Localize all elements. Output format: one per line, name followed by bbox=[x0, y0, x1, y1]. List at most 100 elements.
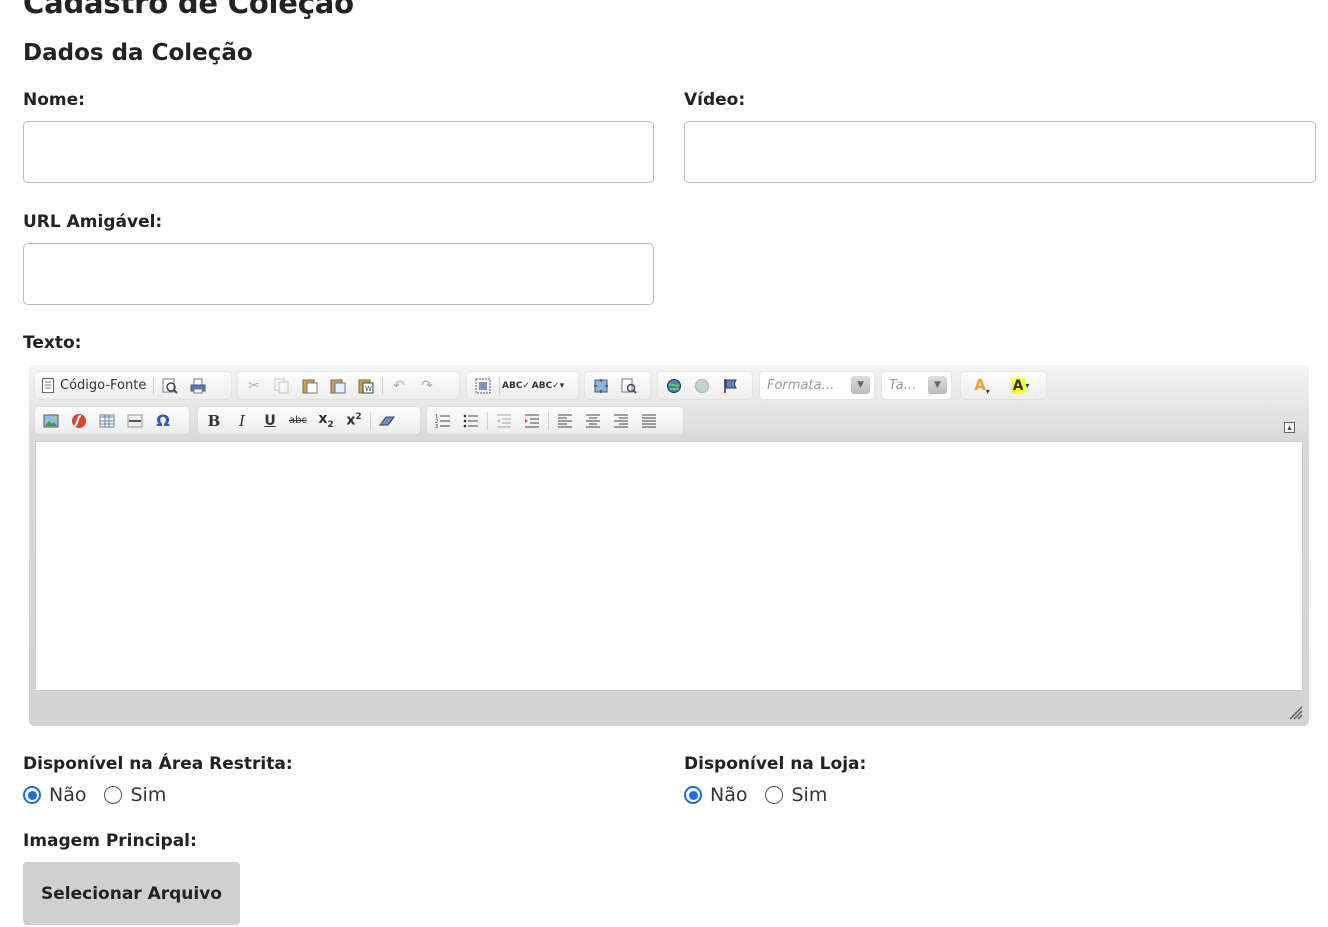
anchor-button[interactable] bbox=[716, 374, 744, 398]
rich-text-editor: Código-Fonte ✂ W ↶ ↷ ABC✓ A BC✓▾ Formata…… bbox=[29, 365, 1309, 726]
area-restrita-sim-option[interactable]: Sim bbox=[104, 784, 166, 806]
underline-button[interactable]: U bbox=[256, 409, 284, 433]
table-button[interactable] bbox=[93, 409, 121, 433]
text-color-icon: A▾ bbox=[974, 375, 990, 396]
align-left-button[interactable] bbox=[551, 409, 579, 433]
toolbar-separator bbox=[370, 411, 371, 430]
area-restrita-sim-label: Sim bbox=[130, 784, 167, 806]
omega-icon: Ω bbox=[156, 411, 170, 430]
select-file-button[interactable]: Selecionar Arquivo bbox=[23, 862, 240, 925]
background-color-button[interactable]: A ▾ bbox=[1001, 374, 1039, 398]
italic-button[interactable]: I bbox=[228, 409, 256, 433]
paste-text-icon bbox=[330, 379, 346, 393]
loja-sim-radio[interactable] bbox=[765, 786, 784, 804]
link-button[interactable] bbox=[660, 374, 688, 398]
show-blocks-button[interactable] bbox=[615, 374, 643, 398]
spellcheck-button[interactable]: ABC✓ bbox=[502, 374, 530, 398]
subscript-button[interactable]: x2 bbox=[312, 409, 340, 433]
chevron-down-icon: ▼ bbox=[851, 376, 870, 394]
cut-button[interactable]: ✂ bbox=[240, 374, 268, 398]
maximize-button[interactable] bbox=[587, 374, 615, 398]
flash-button[interactable] bbox=[65, 409, 93, 433]
numbered-list-button[interactable]: 123 bbox=[429, 409, 457, 433]
italic-icon: I bbox=[239, 411, 245, 430]
collapse-toolbar-button[interactable]: ▴ bbox=[1284, 422, 1295, 433]
align-right-icon bbox=[614, 414, 628, 427]
text-color-button[interactable]: A▾ bbox=[963, 374, 1001, 398]
subscript-icon: x2 bbox=[318, 411, 334, 430]
table-icon bbox=[99, 414, 115, 427]
area-restrita-nao-option[interactable]: Não bbox=[23, 784, 86, 806]
redo-icon: ↷ bbox=[421, 377, 433, 394]
toolbar-group-paragraph: 123 bbox=[427, 407, 683, 434]
align-center-button[interactable] bbox=[579, 409, 607, 433]
area-restrita-nao-radio[interactable] bbox=[23, 786, 41, 804]
paste-button[interactable] bbox=[296, 374, 324, 398]
url-amigavel-input[interactable] bbox=[23, 243, 654, 305]
redo-button[interactable]: ↷ bbox=[413, 374, 441, 398]
flag-icon bbox=[724, 378, 737, 393]
link-globe-icon bbox=[667, 378, 681, 393]
svg-text:W: W bbox=[365, 385, 372, 393]
numbered-list-icon: 123 bbox=[435, 414, 450, 429]
align-center-icon bbox=[586, 414, 600, 427]
print-button[interactable] bbox=[184, 374, 212, 398]
spellcheck-dropdown-icon: ABC✓▾ bbox=[531, 380, 565, 391]
section-title: Dados da Coleção bbox=[23, 40, 253, 66]
disponivel-area-restrita-group: Não Sim bbox=[23, 784, 184, 806]
disponivel-loja-group: Não Sim bbox=[684, 784, 845, 806]
preview-button[interactable] bbox=[156, 374, 184, 398]
align-left-icon bbox=[558, 414, 572, 427]
undo-button[interactable]: ↶ bbox=[385, 374, 413, 398]
select-all-icon bbox=[475, 378, 491, 393]
nome-input[interactable] bbox=[23, 121, 654, 183]
find-icon bbox=[621, 378, 637, 394]
horizontal-rule-icon bbox=[127, 414, 143, 427]
horizontal-rule-button[interactable] bbox=[121, 409, 149, 433]
outdent-button[interactable] bbox=[490, 409, 518, 433]
toolbar-group-editing: ABC✓ ABC✓▾ bbox=[467, 372, 578, 399]
paste-word-icon: W bbox=[358, 379, 374, 393]
superscript-icon: x2 bbox=[346, 412, 362, 429]
imagem-principal-label: Imagem Principal: bbox=[23, 831, 197, 851]
video-input[interactable] bbox=[684, 121, 1316, 183]
image-button[interactable] bbox=[37, 409, 65, 433]
loja-nao-radio[interactable] bbox=[684, 786, 702, 804]
toolbar-group-basic-styles: B I U abc x2 x2 bbox=[198, 407, 420, 434]
select-all-button[interactable] bbox=[469, 374, 497, 398]
paste-text-button[interactable] bbox=[324, 374, 352, 398]
justify-button[interactable] bbox=[635, 409, 663, 433]
loja-nao-option[interactable]: Não bbox=[684, 784, 747, 806]
indent-button[interactable] bbox=[518, 409, 546, 433]
source-code-button[interactable]: Código-Fonte bbox=[37, 374, 151, 398]
background-color-icon: A bbox=[1010, 377, 1026, 394]
scissors-icon: ✂ bbox=[248, 377, 260, 394]
bold-icon: B bbox=[207, 411, 221, 430]
strikethrough-button[interactable]: abc bbox=[284, 409, 312, 433]
unlink-button[interactable] bbox=[688, 374, 716, 398]
area-restrita-sim-radio[interactable] bbox=[104, 786, 123, 804]
format-select-value: Formata… bbox=[767, 378, 835, 393]
paste-word-button[interactable]: W bbox=[352, 374, 380, 398]
toolbar-group-clipboard: ✂ W ↶ ↷ bbox=[238, 372, 459, 399]
remove-format-button[interactable] bbox=[373, 409, 401, 433]
bold-button[interactable]: B bbox=[200, 409, 228, 433]
editor-content-area[interactable] bbox=[35, 441, 1303, 691]
toolbar-group-view bbox=[585, 372, 650, 399]
toolbar-group-document: Código-Fonte bbox=[35, 372, 231, 399]
resize-handle-icon[interactable] bbox=[1289, 706, 1303, 720]
size-select[interactable]: Ta… ▼ bbox=[882, 372, 951, 399]
toolbar-separator bbox=[382, 376, 383, 395]
bulleted-list-button[interactable] bbox=[457, 409, 485, 433]
spellcheck-as-you-type-button[interactable]: ABC✓▾ bbox=[530, 374, 566, 398]
superscript-button[interactable]: x2 bbox=[340, 409, 368, 433]
copy-button[interactable] bbox=[268, 374, 296, 398]
toolbar-separator bbox=[487, 411, 488, 430]
format-select[interactable]: Formata… ▼ bbox=[760, 372, 874, 399]
toolbar-separator bbox=[499, 376, 500, 395]
special-char-button[interactable]: Ω bbox=[149, 409, 177, 433]
preview-icon bbox=[162, 378, 179, 394]
justify-icon bbox=[642, 414, 656, 427]
align-right-button[interactable] bbox=[607, 409, 635, 433]
loja-sim-option[interactable]: Sim bbox=[765, 784, 827, 806]
